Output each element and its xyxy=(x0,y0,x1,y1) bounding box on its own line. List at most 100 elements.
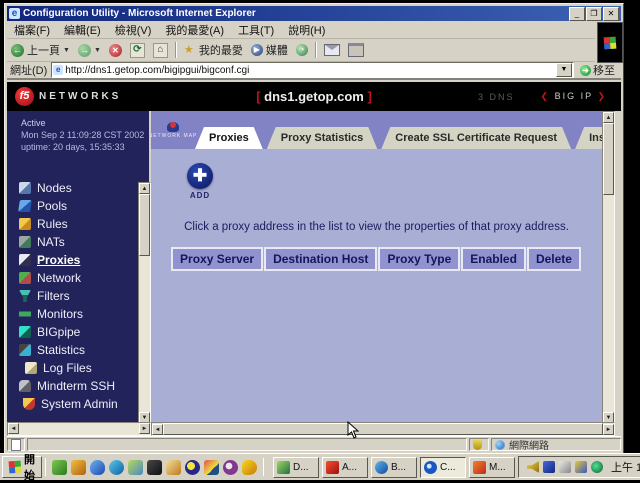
quick-launch-icon[interactable] xyxy=(71,460,86,475)
task-button-2[interactable]: A... xyxy=(322,457,368,478)
mindterm-ssh-icon xyxy=(19,380,31,392)
sidebar-item-nodes[interactable]: Nodes xyxy=(19,181,149,195)
scrollbar-thumb[interactable] xyxy=(163,423,603,435)
menu-file[interactable]: 檔案(F) xyxy=(7,22,57,38)
zone-label: 網際網路 xyxy=(509,437,549,452)
pools-icon xyxy=(18,200,32,212)
toolbar: ← 上一頁 ▼ → ▼ ✕ ⟳ ⌂ ★ 我的最愛 ▶ 媒體 ◔ xyxy=(7,39,595,62)
tray-icon[interactable] xyxy=(559,461,571,473)
scroll-left-icon[interactable]: ◄ xyxy=(8,423,19,434)
ie-throbber xyxy=(597,22,623,63)
sidebar-item-monitors[interactable]: Monitors xyxy=(19,307,149,321)
filters-icon xyxy=(19,290,31,302)
sidebar-item-log-files[interactable]: Log Files xyxy=(19,361,149,375)
print-button[interactable] xyxy=(344,42,368,58)
add-proxy-button[interactable]: ✚ ADD xyxy=(173,163,227,200)
main-horizontal-scrollbar[interactable]: ◄ ► xyxy=(151,422,615,436)
app-icon xyxy=(424,461,437,474)
sidebar-item-filters[interactable]: Filters xyxy=(19,289,149,303)
taskbar: 開始 D... A... B... C... M... 上午 11:00 xyxy=(0,453,640,480)
address-bar: 網址(D) e ▼ ➜ 移至 xyxy=(7,62,621,80)
tab-strip: NETWORK MAP Proxies Proxy Statistics Cre… xyxy=(151,111,602,149)
go-button[interactable]: ➜ 移至 xyxy=(574,62,621,78)
media-button[interactable]: ▶ 媒體 xyxy=(247,41,292,59)
quick-launch-icon[interactable] xyxy=(223,460,238,475)
nats-icon xyxy=(19,236,31,248)
menu-view[interactable]: 檢視(V) xyxy=(108,22,159,38)
tab-proxy-statistics[interactable]: Proxy Statistics xyxy=(267,127,378,149)
menu-favorites[interactable]: 我的最愛(A) xyxy=(158,22,231,38)
menu-tools[interactable]: 工具(T) xyxy=(231,22,281,38)
sidebar-vertical-scrollbar[interactable]: ▲ ▼ xyxy=(138,182,151,424)
scroll-up-icon[interactable]: ▲ xyxy=(603,112,614,123)
quick-launch-icon[interactable] xyxy=(52,460,67,475)
task-button-5[interactable]: M... xyxy=(469,457,515,478)
f5-header: f5 NETWORKS [ dns1.getop.com ] 3 DNS ❮ B… xyxy=(7,82,621,111)
stop-button[interactable]: ✕ xyxy=(105,43,126,58)
system-admin-icon xyxy=(23,398,35,410)
scroll-left-icon[interactable]: ◄ xyxy=(152,424,163,435)
sidebar-item-mindterm-ssh[interactable]: Mindterm SSH xyxy=(19,379,149,393)
tray-icon[interactable] xyxy=(575,461,587,473)
window-title: Configuration Utility - Microsoft Intern… xyxy=(23,8,568,19)
sidebar-item-pools[interactable]: Pools xyxy=(19,199,149,213)
task-button-1[interactable]: D... xyxy=(273,457,319,478)
network-map-button[interactable]: NETWORK MAP xyxy=(151,111,195,149)
tab-proxies[interactable]: Proxies xyxy=(195,127,263,149)
sidebar-item-proxies[interactable]: Proxies xyxy=(19,253,149,267)
maximize-button[interactable]: ❐ xyxy=(586,7,602,21)
scrollbar-thumb[interactable] xyxy=(139,194,150,256)
quick-launch-icon[interactable] xyxy=(185,460,200,475)
quick-launch-icon[interactable] xyxy=(204,460,219,475)
scrollbar-thumb[interactable] xyxy=(603,123,614,195)
quick-launch-icon[interactable] xyxy=(109,460,124,475)
minimize-button[interactable]: _ xyxy=(569,7,585,21)
address-dropdown-icon[interactable]: ▼ xyxy=(556,63,572,77)
col-destination-host: Destination Host xyxy=(264,247,377,271)
tray-icon[interactable] xyxy=(543,461,555,473)
col-enabled: Enabled xyxy=(461,247,526,271)
scroll-right-icon[interactable]: ► xyxy=(139,423,150,434)
main-vertical-scrollbar[interactable]: ▲ ▼ xyxy=(602,111,615,424)
sidebar-item-rules[interactable]: Rules xyxy=(19,217,149,231)
quick-launch-icon[interactable] xyxy=(90,460,105,475)
sidebar-item-bigpipe[interactable]: BIGpipe xyxy=(19,325,149,339)
title-bar[interactable]: e Configuration Utility - Microsoft Inte… xyxy=(7,6,621,21)
tab-install-ssl-certificate[interactable]: Install SSL Certifi xyxy=(575,127,602,149)
proxies-content: ✚ ADD Click a proxy address in the list … xyxy=(151,149,602,422)
sidebar-horizontal-scrollbar[interactable]: ◄ ► xyxy=(7,422,151,436)
quick-launch-icon[interactable] xyxy=(166,460,181,475)
menu-help[interactable]: 說明(H) xyxy=(281,22,332,38)
forward-button[interactable]: → ▼ xyxy=(74,43,105,58)
history-button[interactable]: ◔ xyxy=(292,43,312,57)
menu-edit[interactable]: 編輯(E) xyxy=(57,22,108,38)
favorites-button[interactable]: ★ 我的最愛 xyxy=(180,41,247,59)
toolbar-separator xyxy=(315,42,317,58)
back-button[interactable]: ← 上一頁 ▼ xyxy=(7,41,74,59)
address-input[interactable] xyxy=(63,65,556,76)
refresh-button[interactable]: ⟳ xyxy=(126,42,149,59)
tray-icon[interactable] xyxy=(591,461,603,473)
back-dropdown-icon[interactable]: ▼ xyxy=(63,47,70,54)
volume-icon[interactable] xyxy=(527,461,539,473)
toolbar-separator xyxy=(175,42,177,58)
sidebar-item-network[interactable]: Network xyxy=(19,271,149,285)
task-button-3[interactable]: B... xyxy=(371,457,417,478)
start-button[interactable]: 開始 xyxy=(2,456,42,478)
tab-create-ssl-certificate-request[interactable]: Create SSL Certificate Request xyxy=(381,127,571,149)
close-button[interactable]: ✕ xyxy=(603,7,619,21)
sidebar-item-nats[interactable]: NATs xyxy=(19,235,149,249)
address-combo[interactable]: e ▼ xyxy=(51,62,574,78)
scroll-up-icon[interactable]: ▲ xyxy=(139,183,150,194)
home-button[interactable]: ⌂ xyxy=(149,42,172,59)
mail-button[interactable] xyxy=(320,43,344,57)
quick-launch-icon[interactable] xyxy=(128,460,143,475)
scroll-right-icon[interactable]: ► xyxy=(603,424,614,435)
task-button-4-active[interactable]: C... xyxy=(420,457,466,478)
status-zone-pane: 網際網路 xyxy=(491,438,621,451)
quick-launch-icon[interactable] xyxy=(242,460,257,475)
sidebar-item-statistics[interactable]: Statistics xyxy=(19,343,149,357)
quick-launch-icon[interactable] xyxy=(147,460,162,475)
forward-dropdown-icon[interactable]: ▼ xyxy=(94,47,101,54)
sidebar-item-system-admin[interactable]: System Admin xyxy=(19,397,149,411)
